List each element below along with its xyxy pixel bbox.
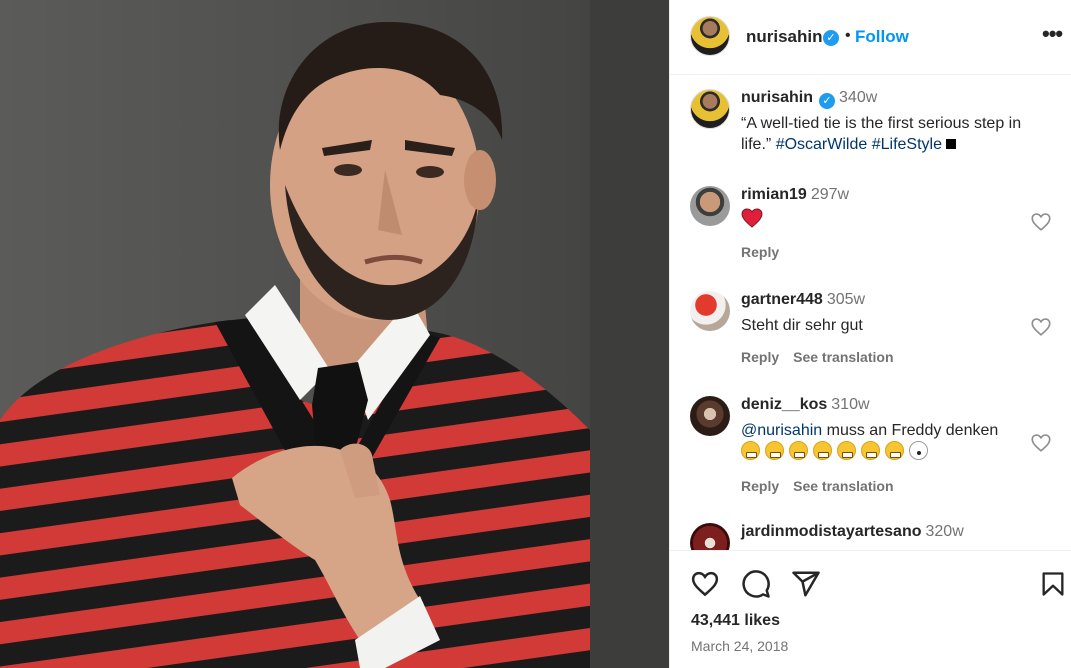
comment-username[interactable]: jardinmodistayartesano 320w <box>741 523 964 541</box>
comments-list[interactable]: nurisahin ✓ 340w “A well-tied tie is the f… <box>670 75 1071 550</box>
comment-actions: Reply See translation <box>741 349 908 365</box>
comment-username-text[interactable]: rimian19 <box>741 186 807 203</box>
see-translation-button[interactable]: See translation <box>793 478 893 494</box>
comment-username-text[interactable]: jardinmodistayartesano <box>741 523 922 540</box>
post-details-panel: nurisahin ✓ • Follow ••• nurisahin ✓ 340w … <box>669 0 1071 668</box>
caption-avatar[interactable] <box>690 89 730 129</box>
likes-count[interactable]: 43,441 likes <box>691 612 780 630</box>
comment-actions: Reply <box>741 244 793 260</box>
ghost-emoji-icon <box>909 441 928 460</box>
commenter-avatar[interactable] <box>690 396 730 436</box>
grimacing-emoji-icon <box>813 441 832 460</box>
verified-badge-icon: ✓ <box>823 30 839 46</box>
comment-text: @nurisahin muss an Freddy denken <box>741 420 1053 463</box>
mention-link[interactable]: @nurisahin <box>741 422 822 439</box>
see-translation-button[interactable]: See translation <box>793 349 893 365</box>
caption-username[interactable]: nurisahin ✓ 340w <box>741 89 877 109</box>
commenter-avatar[interactable] <box>690 291 730 331</box>
laughing-emoji-icon <box>789 441 808 460</box>
comment-bubble-icon[interactable] <box>741 569 771 599</box>
red-heart-emoji-icon <box>741 208 763 228</box>
reply-button[interactable]: Reply <box>741 478 779 494</box>
comment-username-text[interactable]: gartner448 <box>741 291 823 308</box>
post-photo[interactable] <box>0 0 669 668</box>
comment-username[interactable]: gartner448 305w <box>741 291 865 309</box>
like-comment-icon[interactable] <box>1030 432 1052 454</box>
caption-username-text[interactable]: nurisahin <box>741 89 813 106</box>
follow-button[interactable]: Follow <box>855 27 909 47</box>
like-heart-icon[interactable] <box>690 569 720 599</box>
hashtag-oscarwilde[interactable]: #OscarWilde <box>776 136 868 153</box>
grimacing-emoji-icon <box>885 441 904 460</box>
save-bookmark-icon[interactable] <box>1039 569 1067 599</box>
comment-username[interactable]: deniz__kos 310w <box>741 396 870 414</box>
share-send-icon[interactable] <box>791 569 821 599</box>
comment-age: 297w <box>810 186 850 203</box>
like-comment-icon[interactable] <box>1030 316 1052 338</box>
grimacing-emoji-icon <box>861 441 880 460</box>
laughing-emoji-icon <box>765 441 784 460</box>
author-avatar[interactable] <box>690 16 730 56</box>
caption-text: “A well-tied tie is the first serious st… <box>741 113 1053 155</box>
post-actions-bar: 43,441 likes March 24, 2018 <box>670 550 1071 668</box>
separator-dot: • <box>845 27 851 44</box>
portrait-illustration <box>0 0 669 668</box>
post-date[interactable]: March 24, 2018 <box>691 638 788 654</box>
reply-button[interactable]: Reply <box>741 349 779 365</box>
like-comment-icon[interactable] <box>1030 211 1052 233</box>
hashtag-lifestyle[interactable]: #LifeStyle <box>872 136 942 153</box>
comment-text-content: muss an Freddy denken <box>826 422 999 439</box>
comment-age: 310w <box>831 396 870 413</box>
commenter-avatar[interactable] <box>690 186 730 226</box>
comment-age: 320w <box>925 523 964 540</box>
comment-actions: Reply See translation <box>741 478 908 494</box>
more-options-icon[interactable]: ••• <box>1042 22 1063 46</box>
comment-text <box>741 208 1053 234</box>
caption-age: 340w <box>839 89 878 106</box>
comment-age: 305w <box>826 291 866 308</box>
commenter-avatar[interactable] <box>690 523 730 550</box>
grimacing-emoji-icon <box>837 441 856 460</box>
laughing-emoji-icon <box>741 441 760 460</box>
black-square-icon <box>945 139 956 149</box>
comment-username-text[interactable]: deniz__kos <box>741 396 827 413</box>
verified-badge-icon: ✓ <box>819 93 836 109</box>
author-username[interactable]: nurisahin <box>746 27 823 47</box>
comment-text: Steht dir sehr gut <box>741 317 863 334</box>
comment-username[interactable]: rimian19 297w <box>741 186 849 204</box>
post-header: nurisahin ✓ • Follow ••• <box>670 0 1071 75</box>
reply-button[interactable]: Reply <box>741 244 779 260</box>
